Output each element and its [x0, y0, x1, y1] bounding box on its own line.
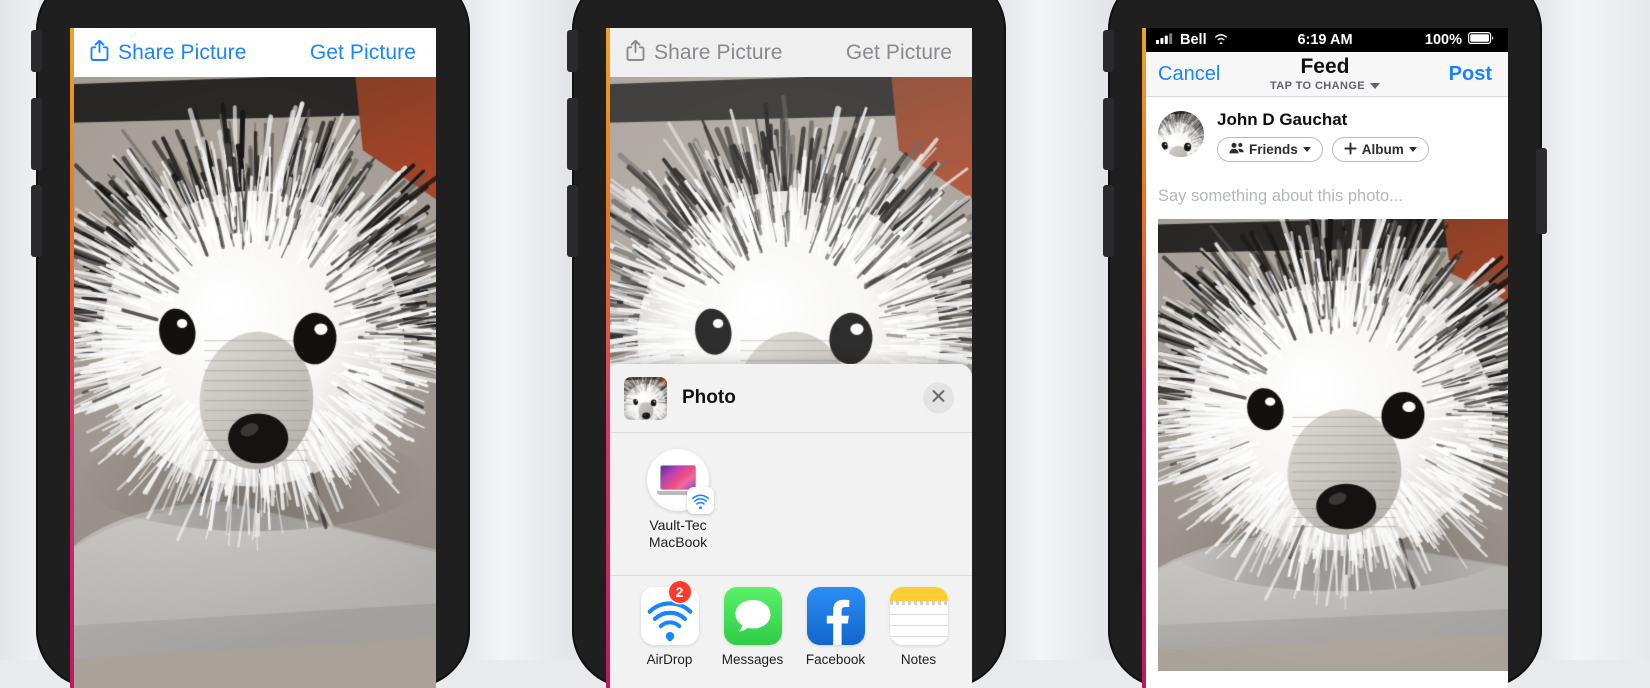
audience-label: Friends — [1249, 142, 1298, 157]
screen-three-edge-glow — [1142, 28, 1146, 688]
share-app-google-photos[interactable] — [960, 587, 972, 652]
share-picture-label: Share Picture — [118, 40, 247, 64]
close-share-sheet-button[interactable] — [923, 382, 954, 414]
phone-two-frame: Share Picture Get Picture Photo Vault-Te… — [567, 0, 1006, 688]
wifi-icon — [1213, 32, 1229, 48]
phone-one-volume-down[interactable] — [31, 185, 42, 257]
composer-user-name: John D Gauchat — [1217, 110, 1348, 129]
airdrop-target-label: Vault-Tec MacBook — [634, 517, 722, 550]
phone-two-volume-up[interactable] — [567, 98, 578, 170]
share-sheet-header: Photo — [606, 364, 972, 432]
share-item-title: Photo — [682, 387, 736, 408]
share-app-row: 2 AirDrop Messages Facebook Notes — [606, 576, 972, 686]
facebook-icon — [806, 587, 865, 645]
get-picture-button[interactable]: Get Picture — [310, 41, 416, 65]
facebook-composer: John D Gauchat Friends Album Say somethi… — [1142, 97, 1508, 206]
phone-one-frame: Share Picture Get Picture — [31, 0, 470, 688]
composer-identity-row: John D Gauchat Friends Album — [1158, 111, 1492, 162]
phone-three-silent-switch[interactable] — [1103, 30, 1114, 72]
phone-two-silent-switch[interactable] — [567, 30, 578, 72]
screen-one: Share Picture Get Picture — [70, 28, 436, 688]
share-item-thumbnail — [624, 376, 667, 420]
share-up-arrow-icon — [626, 39, 645, 67]
hedgehog-photo-composer — [1158, 219, 1508, 671]
composer-placeholder-text[interactable]: Say something about this photo... — [1158, 187, 1492, 206]
phone-three-frame: Bell 6:19 AM 100% Cancel Feed TAP TO CHA… — [1103, 0, 1547, 688]
close-x-icon — [932, 389, 945, 407]
plus-icon — [1344, 141, 1357, 158]
backdrop-band-right — [1525, 0, 1650, 660]
phone-three-power-button[interactable] — [1536, 148, 1547, 234]
airdrop-icon: 2 — [640, 581, 699, 645]
composer-pill-row: Friends Album — [1217, 137, 1429, 162]
screen-three: Bell 6:19 AM 100% Cancel Feed TAP TO CHA… — [1142, 28, 1508, 688]
screen-two-edge-glow — [606, 28, 610, 688]
airdrop-target-row: Vault-Tec MacBook — [606, 433, 972, 575]
album-label: Album — [1361, 142, 1404, 157]
facebook-composer-nav: Cancel Feed TAP TO CHANGE Post — [1142, 52, 1508, 97]
airdrop-target-vault-tec-macbook[interactable]: Vault-Tec MacBook — [634, 449, 722, 575]
share-up-arrow-icon — [90, 39, 109, 67]
cancel-button[interactable]: Cancel — [1158, 63, 1220, 86]
share-picture-button-dimmed[interactable]: Share Picture — [626, 39, 783, 67]
phone-two-volume-down[interactable] — [567, 185, 578, 257]
airdrop-icon — [687, 487, 714, 514]
screen-two-nav-bar: Share Picture Get Picture — [606, 28, 972, 77]
screen-one-nav-bar: Share Picture Get Picture — [70, 28, 436, 77]
ios-status-bar: Bell 6:19 AM 100% — [1142, 28, 1508, 52]
album-selector-button[interactable]: Album — [1331, 137, 1429, 162]
share-sheet: Photo Vault-Tec MacBook 2 AirDrop Messag… — [606, 364, 972, 688]
battery-percent-label: 100% — [1424, 32, 1462, 48]
notes-icon — [889, 587, 948, 645]
screen-two: Share Picture Get Picture Photo Vault-Te… — [606, 28, 972, 688]
friends-icon — [1229, 142, 1244, 157]
chevron-down-icon — [1370, 83, 1381, 89]
airdrop-badge-count: 2 — [668, 581, 691, 603]
hedgehog-thumbnail — [624, 376, 667, 420]
share-app-messages[interactable]: Messages — [711, 587, 794, 667]
chevron-down-icon — [1408, 147, 1417, 152]
messages-icon — [723, 587, 782, 645]
airdrop-target-label-line1: Vault-Tec — [649, 517, 707, 533]
screen-one-edge-glow — [70, 28, 74, 688]
share-picture-label-dimmed: Share Picture — [654, 40, 783, 64]
composer-attached-photo[interactable] — [1158, 219, 1508, 671]
screen-one-photo — [70, 77, 436, 688]
post-button[interactable]: Post — [1449, 63, 1492, 86]
chevron-down-icon — [1302, 147, 1311, 152]
macbook-icon — [647, 449, 714, 514]
avatar[interactable] — [1158, 111, 1204, 157]
phone-three-volume-up[interactable] — [1103, 98, 1114, 170]
composer-subtitle-label: TAP TO CHANGE — [1269, 80, 1366, 92]
battery-full-icon — [1468, 32, 1494, 48]
hedgehog-photo — [70, 77, 436, 688]
audience-selector-button[interactable]: Friends — [1217, 137, 1323, 162]
share-app-airdrop[interactable]: 2 AirDrop — [628, 581, 711, 667]
phone-three-volume-down[interactable] — [1103, 185, 1114, 257]
composer-title: Feed — [1300, 55, 1350, 78]
avatar-image — [1158, 111, 1204, 157]
share-app-facebook[interactable]: Facebook — [794, 587, 877, 667]
phone-one-silent-switch[interactable] — [31, 30, 42, 72]
share-app-notes[interactable]: Notes — [877, 587, 960, 667]
carrier-label: Bell — [1180, 32, 1207, 48]
share-picture-button[interactable]: Share Picture — [90, 39, 247, 67]
get-picture-button-dimmed[interactable]: Get Picture — [846, 41, 952, 65]
composer-subtitle: TAP TO CHANGE — [1269, 80, 1381, 92]
cellular-bars-icon — [1156, 32, 1174, 48]
phone-one-volume-up[interactable] — [31, 98, 42, 170]
screenshot-stage: Share Picture Get Picture Share Picture … — [0, 0, 1650, 688]
airdrop-target-label-line2: MacBook — [648, 533, 708, 550]
